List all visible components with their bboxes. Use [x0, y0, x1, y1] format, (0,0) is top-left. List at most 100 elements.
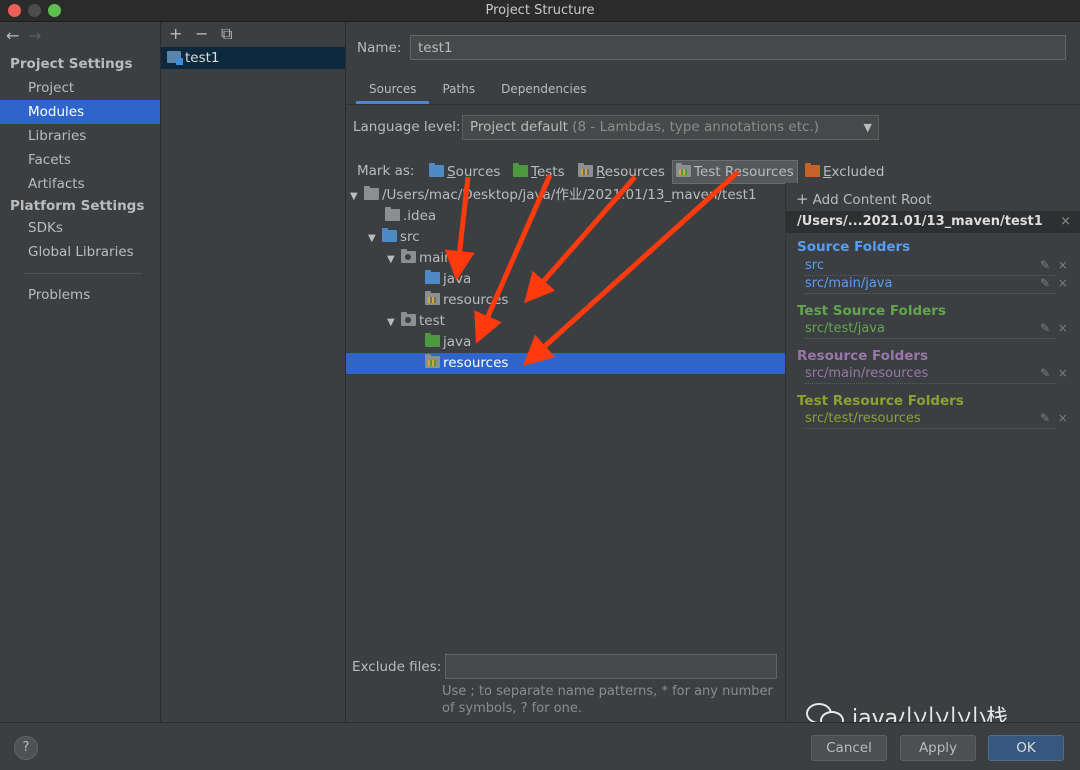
plus-icon: + [796, 190, 809, 208]
remove-root-icon[interactable]: × [1060, 211, 1071, 233]
mark-excluded-label: xcluded [831, 164, 885, 180]
package-folder-icon [401, 312, 416, 326]
tree-row[interactable]: .idea [346, 206, 786, 227]
excluded-folder-icon [805, 163, 820, 177]
package-folder-icon [401, 249, 416, 263]
folder-row-actions: ✎ × [1040, 321, 1068, 335]
tab-dependencies[interactable]: Dependencies [488, 78, 599, 104]
remove-folder-icon[interactable]: × [1058, 321, 1068, 335]
help-button[interactable]: ? [14, 736, 38, 760]
module-item-label: test1 [185, 50, 220, 66]
sidebar-item-sdks[interactable]: SDKs [0, 216, 160, 240]
mark-as-label: Mark as: [357, 163, 415, 179]
tree-row[interactable]: java [346, 332, 786, 353]
tree-row[interactable]: ▼ main [346, 248, 786, 269]
folder-row[interactable]: src/test/java [805, 321, 1055, 339]
tree-row[interactable]: java [346, 269, 786, 290]
tree-row-selected[interactable]: resources [346, 353, 786, 374]
tree-row-label: .idea [403, 208, 437, 224]
exclude-files-label: Exclude files: [352, 659, 442, 675]
folder-icon [364, 186, 379, 200]
test-folder-icon [425, 333, 440, 347]
ok-button[interactable]: OK [988, 735, 1064, 761]
add-content-root-button[interactable]: + Add Content Root [796, 190, 932, 208]
cancel-button[interactable]: Cancel [811, 735, 887, 761]
tab-sources[interactable]: Sources [356, 78, 430, 104]
module-icon [167, 51, 183, 65]
test-source-folders-heading: Test Source Folders [797, 303, 946, 319]
content-root-panel: + Add Content Root /Users/...2021.01/13_m… [785, 183, 1080, 722]
sidebar-item-libraries[interactable]: Libraries [0, 124, 160, 148]
edit-pencil-icon[interactable]: ✎ [1040, 366, 1050, 380]
expand-triangle-icon[interactable]: ▼ [387, 249, 401, 270]
remove-module-icon[interactable]: − [195, 24, 221, 43]
tree-row[interactable]: ▼ /Users/mac/Desktop/java/作业/2021.01/13_m… [346, 185, 786, 206]
sidebar-item-modules[interactable]: Modules [0, 100, 160, 124]
folder-row[interactable]: src [805, 258, 1055, 276]
module-tabs: Sources Paths Dependencies [356, 78, 600, 104]
title-bar: Project Structure [0, 0, 1080, 22]
mark-sources-button[interactable]: Sources [429, 160, 500, 184]
sidebar-item-problems[interactable]: Problems [0, 283, 160, 307]
tree-row-label: test [419, 313, 445, 329]
expand-triangle-icon[interactable]: ▼ [368, 228, 382, 249]
edit-pencil-icon[interactable]: ✎ [1040, 411, 1050, 425]
language-level-value: Project default [470, 119, 568, 135]
resources-folder-icon [578, 163, 593, 177]
module-item-test1[interactable]: test1 [161, 47, 345, 69]
edit-pencil-icon[interactable]: ✎ [1040, 321, 1050, 335]
folder-row[interactable]: src/main/java [805, 276, 1055, 294]
dialog-button-bar: ? Cancel Apply OK [0, 722, 1080, 770]
tree-row[interactable]: resources [346, 290, 786, 311]
tests-folder-icon [513, 163, 528, 177]
exclude-files-input[interactable] [445, 654, 777, 679]
remove-folder-icon[interactable]: × [1058, 258, 1068, 272]
expand-triangle-icon[interactable]: ▼ [350, 186, 364, 207]
folder-row-actions: ✎ × [1040, 258, 1068, 272]
edit-pencil-icon[interactable]: ✎ [1040, 258, 1050, 272]
mark-sources-label: ources [455, 164, 501, 180]
copy-module-icon[interactable]: ⧉ [221, 24, 247, 44]
expand-triangle-icon[interactable]: ▼ [387, 312, 401, 333]
section-project-settings: Project Settings [10, 56, 133, 72]
module-name-input[interactable] [410, 35, 1066, 60]
sidebar-item-project[interactable]: Project [0, 76, 160, 100]
mark-test-resources-label: Test Resources [694, 164, 794, 180]
mark-tests-button[interactable]: Tests [513, 160, 565, 184]
remove-folder-icon[interactable]: × [1058, 276, 1068, 290]
sources-folder-icon [429, 163, 444, 177]
source-folders-heading: Source Folders [797, 239, 911, 255]
add-module-icon[interactable]: + [169, 24, 195, 43]
sidebar-item-global-libraries[interactable]: Global Libraries [0, 240, 160, 264]
back-arrow-icon[interactable]: ← [6, 26, 28, 45]
tree-row[interactable]: ▼ src [346, 227, 786, 248]
remove-folder-icon[interactable]: × [1058, 366, 1068, 380]
tree-row-label: main [419, 250, 453, 266]
tree-row-label: java [443, 271, 472, 287]
tab-paths[interactable]: Paths [429, 78, 488, 104]
tree-row[interactable]: ▼ test [346, 311, 786, 332]
name-label: Name: [357, 40, 402, 56]
mark-sources-mnemonic: S [447, 164, 456, 180]
folder-icon [385, 207, 400, 221]
forward-arrow-icon[interactable]: → [28, 26, 50, 45]
mark-resources-button[interactable]: Resources [578, 160, 665, 184]
mark-test-resources-button[interactable]: Test Resources [672, 160, 798, 184]
folder-row-actions: ✎ × [1040, 411, 1068, 425]
module-list-panel: + − ⧉ test1 [161, 22, 346, 722]
sidebar-item-facets[interactable]: Facets [0, 148, 160, 172]
remove-folder-icon[interactable]: × [1058, 411, 1068, 425]
test-resources-folder-icon [425, 354, 440, 368]
edit-pencil-icon[interactable]: ✎ [1040, 276, 1050, 290]
folder-row[interactable]: src/test/resources [805, 411, 1055, 429]
folder-row[interactable]: src/main/resources [805, 366, 1055, 384]
mark-excluded-button[interactable]: Excluded [805, 160, 884, 184]
test-resources-folder-icon [676, 163, 691, 177]
tree-row-label: /Users/mac/Desktop/java/作业/2021.01/13_ma… [382, 187, 757, 203]
settings-sidebar: ← → Project Settings Project Modules Libr… [0, 22, 161, 722]
tab-divider [346, 104, 1080, 105]
sidebar-item-artifacts[interactable]: Artifacts [0, 172, 160, 196]
nav-arrows: ← → [6, 26, 50, 45]
apply-button[interactable]: Apply [900, 735, 976, 761]
language-level-select[interactable]: Project default (8 - Lambdas, type annot… [462, 115, 879, 140]
